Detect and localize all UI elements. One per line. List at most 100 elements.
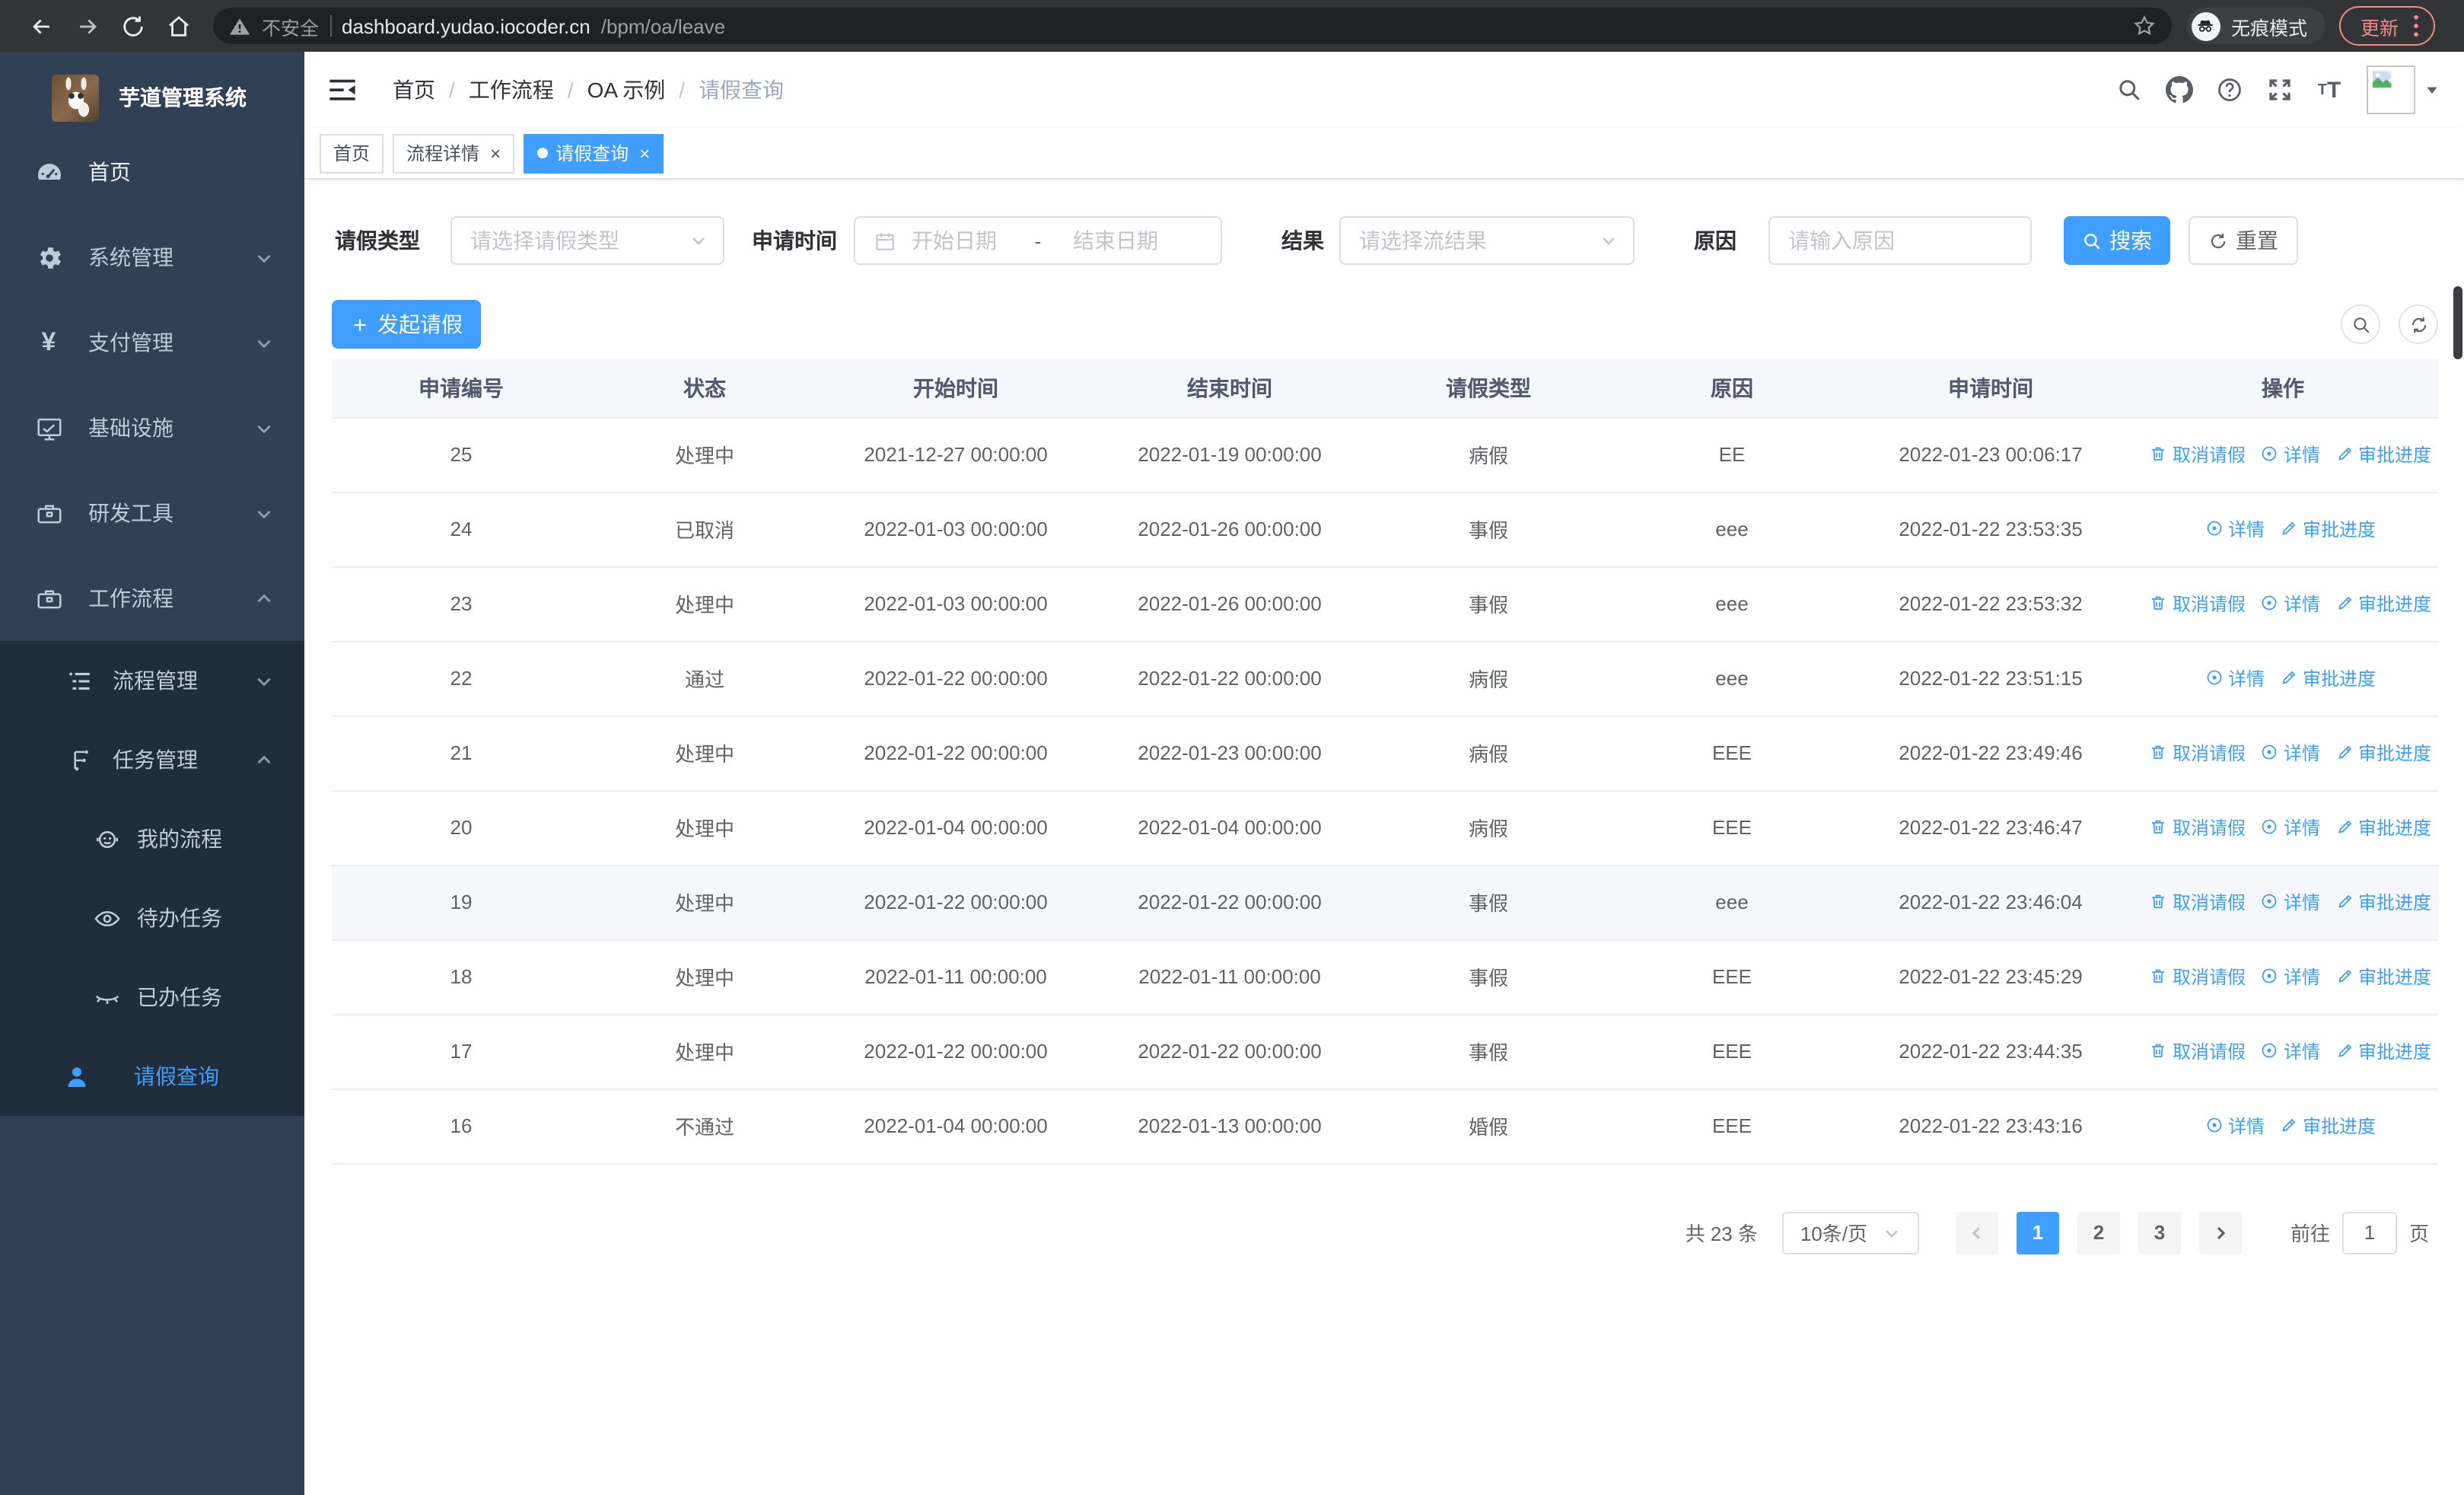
approval-progress-link[interactable]: 审批进度 [2280, 665, 2376, 691]
detail-link[interactable]: 详情 [2205, 516, 2265, 542]
cell-actions: 详情 审批进度 [2128, 1089, 2438, 1164]
detail-link[interactable]: 详情 [2205, 665, 2265, 691]
cell-apply-time: 2022-01-22 23:53:35 [1854, 492, 2128, 567]
sidebar-item-task-management[interactable]: 任务管理 [0, 720, 304, 799]
tab-process-detail[interactable]: 流程详情 × [393, 133, 515, 173]
not-secure-label: 不安全 [262, 18, 320, 39]
cancel-leave-link[interactable]: 取消请假 [2150, 591, 2246, 617]
prev-page-button[interactable] [1955, 1211, 1998, 1254]
page-button-2[interactable]: 2 [2077, 1211, 2120, 1254]
sidebar-item-process-management[interactable]: 流程管理 [0, 641, 304, 720]
search-button-label: 搜索 [2109, 228, 2152, 253]
help-button[interactable] [2204, 69, 2254, 111]
flow-tree-icon [61, 741, 97, 778]
detail-link[interactable]: 详情 [2261, 1038, 2320, 1064]
browser-update-button[interactable]: 更新 [2338, 6, 2435, 46]
bookmark-star-icon[interactable] [2132, 14, 2157, 38]
browser-home-button[interactable] [155, 5, 201, 47]
tab-leave-query[interactable]: 请假查询 × [524, 133, 664, 173]
detail-link[interactable]: 详情 [2261, 740, 2320, 766]
app-logo[interactable]: 芋道管理系统 [0, 52, 304, 129]
tab-home[interactable]: 首页 [320, 133, 384, 173]
address-bar[interactable]: 不安全 dashboard.yudao.iocoder.cn/bpm/oa/le… [213, 8, 2172, 44]
goto-page-input[interactable]: 1 [2341, 1211, 2397, 1254]
approval-progress-link[interactable]: 审批进度 [2335, 591, 2431, 617]
detail-link[interactable]: 详情 [2261, 889, 2320, 915]
detail-link[interactable]: 详情 [2205, 1113, 2265, 1139]
approval-progress-link[interactable]: 审批进度 [2335, 964, 2431, 990]
sidebar-item-workflow[interactable]: 工作流程 [0, 556, 304, 641]
breadcrumb-item[interactable]: 首页 [393, 75, 435, 105]
github-link[interactable] [2154, 69, 2204, 111]
approval-progress-link[interactable]: 审批进度 [2335, 441, 2431, 467]
header-search-button[interactable] [2103, 69, 2154, 111]
browser-reload-button[interactable] [110, 5, 155, 47]
leave-type-select[interactable]: 请选择请假类型 [450, 216, 724, 265]
column-header-end-time: 结束时间 [1093, 359, 1367, 418]
detail-link[interactable]: 详情 [2261, 441, 2320, 467]
cell-apply-id: 25 [332, 417, 591, 492]
reset-button[interactable]: 重置 [2189, 216, 2298, 265]
sidebar-collapse-button[interactable] [317, 75, 368, 105]
omnibox-divider [329, 15, 332, 37]
cell-leave-type: 婚假 [1367, 1089, 1610, 1164]
sidebar-item-done-tasks[interactable]: 已办任务 [0, 958, 304, 1037]
avatar-caret-down-icon[interactable] [2424, 82, 2440, 97]
result-select[interactable]: 请选择流结果 [1339, 216, 1635, 265]
reason-input[interactable]: 请输入原因 [1768, 216, 2032, 265]
approval-progress-link[interactable]: 审批进度 [2335, 814, 2431, 840]
approval-progress-link[interactable]: 审批进度 [2280, 516, 2376, 542]
approval-progress-link[interactable]: 审批进度 [2280, 1113, 2376, 1139]
cancel-leave-link[interactable]: 取消请假 [2150, 1038, 2246, 1064]
apply-time-range-picker[interactable]: 开始日期 - 结束日期 [854, 216, 1222, 265]
create-leave-button[interactable]: 发起请假 [332, 300, 481, 349]
sidebar-item-infrastructure[interactable]: 基础设施 [0, 385, 304, 470]
cell-apply-time: 2022-01-22 23:51:15 [1854, 641, 2128, 716]
page-size-select[interactable]: 10条/页 [1781, 1211, 1919, 1254]
browser-forward-button[interactable] [64, 5, 110, 47]
cancel-leave-link[interactable]: 取消请假 [2150, 441, 2246, 467]
next-page-button[interactable] [2198, 1211, 2242, 1254]
table-row: 16 不通过 2022-01-04 00:00:00 2022-01-13 00:00… [332, 1089, 2438, 1164]
close-icon[interactable]: × [639, 144, 650, 162]
sidebar-item-home[interactable]: 首页 [0, 129, 304, 215]
date-range-separator: - [1034, 229, 1042, 252]
page-button-3[interactable]: 3 [2138, 1211, 2181, 1254]
detail-link[interactable]: 详情 [2261, 814, 2320, 840]
sidebar-item-dev-tools[interactable]: 研发工具 [0, 470, 304, 556]
breadcrumb-item[interactable]: 工作流程 [469, 75, 554, 105]
user-avatar[interactable] [2367, 65, 2415, 114]
cancel-leave-link[interactable]: 取消请假 [2150, 814, 2246, 840]
browser-menu-kebab-icon[interactable] [2412, 14, 2420, 38]
search-button[interactable]: 搜索 [2064, 216, 2170, 265]
font-size-button[interactable]: TT [2304, 69, 2354, 111]
browser-back-button[interactable] [18, 5, 64, 47]
cell-reason: eee [1610, 865, 1854, 940]
detail-link[interactable]: 详情 [2261, 591, 2320, 617]
sidebar-item-payment[interactable]: ¥ 支付管理 [0, 300, 304, 385]
table-row: 22 通过 2022-01-22 00:00:00 2022-01-22 00:00:… [332, 641, 2438, 716]
detail-link[interactable]: 详情 [2261, 964, 2320, 990]
sidebar-item-system[interactable]: 系统管理 [0, 215, 304, 300]
approval-progress-link[interactable]: 审批进度 [2335, 1038, 2431, 1064]
approval-progress-link[interactable]: 审批进度 [2335, 889, 2431, 915]
cancel-leave-link[interactable]: 取消请假 [2150, 740, 2246, 766]
fullscreen-button[interactable] [2254, 69, 2304, 111]
cell-leave-type: 事假 [1367, 566, 1610, 642]
sidebar-item-leave-query[interactable]: 请假查询 [0, 1037, 304, 1116]
refresh-table-button[interactable] [2399, 304, 2438, 344]
goto-suffix: 页 [2408, 1222, 2429, 1245]
chevron-down-icon [254, 247, 274, 267]
close-icon[interactable]: × [490, 144, 501, 162]
cell-apply-time: 2022-01-22 23:44:35 [1854, 1014, 2128, 1089]
approval-progress-link[interactable]: 审批进度 [2335, 740, 2431, 766]
sidebar-item-my-process[interactable]: 我的流程 [0, 799, 304, 878]
show-search-toggle-button[interactable] [2341, 304, 2380, 344]
cancel-leave-link[interactable]: 取消请假 [2150, 889, 2246, 915]
breadcrumb-item[interactable]: OA 示例 [587, 75, 666, 105]
cancel-leave-link[interactable]: 取消请假 [2150, 964, 2246, 990]
sidebar-item-todo-tasks[interactable]: 待办任务 [0, 878, 304, 958]
page-button-1[interactable]: 1 [2016, 1211, 2059, 1254]
breadcrumb-separator: / [679, 78, 686, 102]
scrollbar-thumb[interactable] [2453, 286, 2462, 359]
